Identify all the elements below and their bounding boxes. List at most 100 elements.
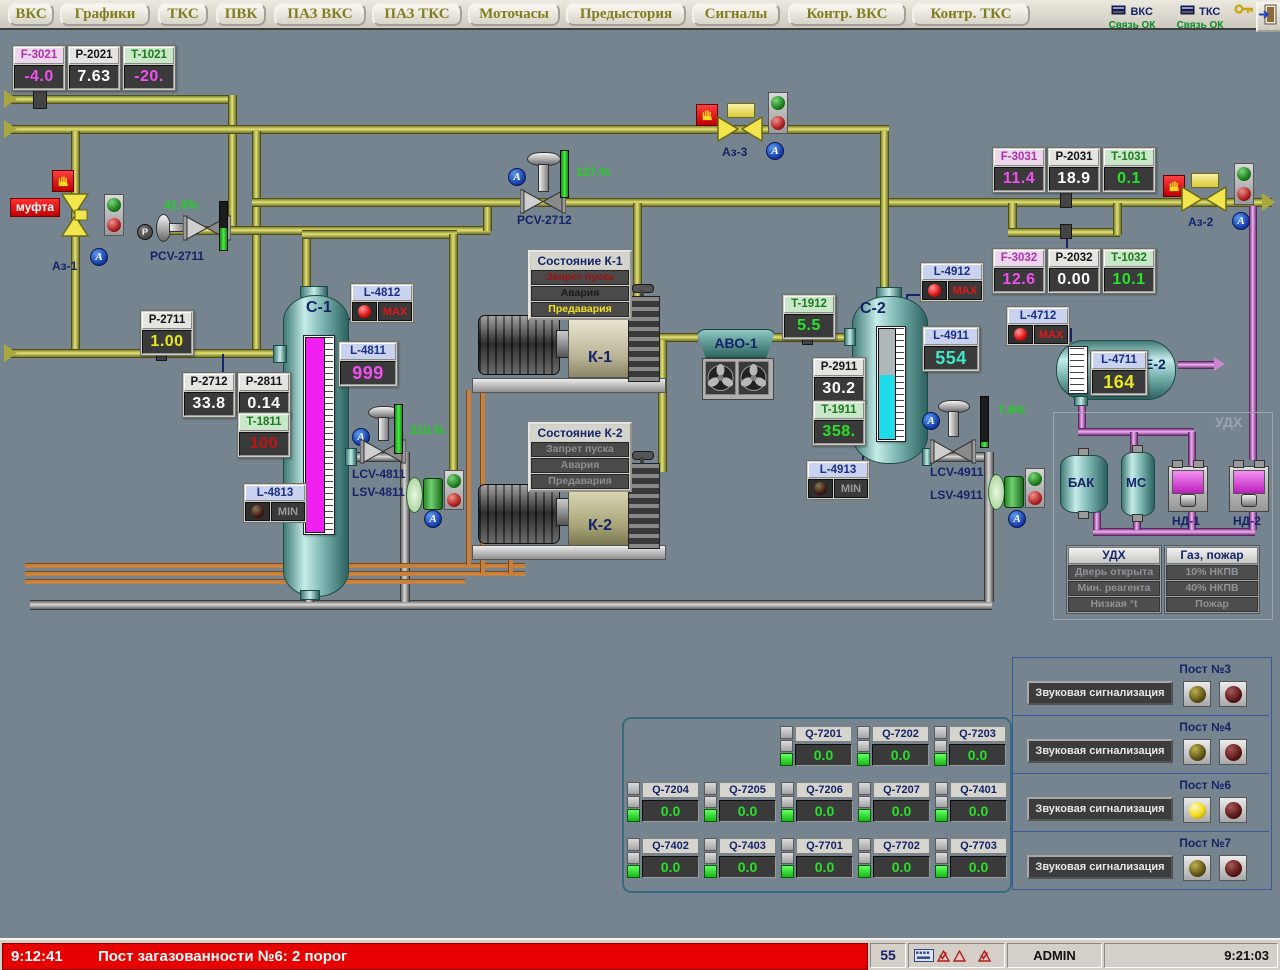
lsv4911-lamps: [1025, 468, 1045, 508]
pipe-loop-right: [1113, 203, 1122, 235]
alarm-time: 9:12:41: [11, 944, 63, 969]
ack-alarm-icon[interactable]: [937, 950, 950, 962]
threshold-indicator: [857, 726, 870, 739]
auto-mode-badge[interactable]: А: [90, 248, 108, 266]
az3-valve[interactable]: [716, 115, 764, 143]
gauge-label: P-2811: [239, 374, 289, 391]
post-3-section: Пост №3 Звуковая сигнализация: [1013, 658, 1269, 716]
gas-detector: Q-72020.0: [857, 726, 929, 766]
menu-button-motohours[interactable]: Моточасы: [468, 3, 560, 26]
k2-gate: [628, 463, 660, 549]
lcv4911-stem: [948, 411, 959, 437]
detector-tag: Q-7403: [719, 838, 776, 854]
pcv2712-percent: 127.%: [576, 166, 610, 179]
gauge-value: 30.2: [814, 377, 864, 401]
menu-button-paz-vks[interactable]: ПАЗ ВКС: [274, 3, 366, 26]
gauge-f3032: F-303212.6: [992, 248, 1046, 294]
menu-button-tks[interactable]: ТКС: [158, 3, 208, 26]
detector-tag: Q-7206: [796, 782, 853, 798]
threshold-indicator: [934, 740, 947, 753]
k1-body[interactable]: К-1: [568, 312, 632, 378]
detector-value: 0.0: [642, 800, 699, 822]
lcv4911-percent: 7.8%: [998, 404, 1025, 417]
menu-button-kontr-vks[interactable]: Контр. ВКС: [788, 3, 906, 26]
gauge-p2911: P-291130.2: [812, 357, 866, 403]
pipe-oil-3: [25, 579, 465, 584]
post-lamp-frame: [1219, 681, 1247, 707]
threshold-indicator: [704, 852, 717, 865]
menu-button-graphs[interactable]: Графики: [60, 3, 150, 26]
red-lamp-off: [1225, 744, 1242, 761]
threshold-indicator: [704, 782, 717, 795]
avo1-header[interactable]: АВО-1: [696, 329, 776, 358]
table-header: УДХ: [1068, 547, 1160, 564]
lcv4811-percent: 210.%: [410, 424, 444, 437]
threshold-indicator: [858, 852, 871, 865]
sound-alarm-button[interactable]: Звуковая сигнализация: [1027, 797, 1173, 821]
alarm-icon[interactable]: [953, 950, 966, 962]
auto-mode-badge[interactable]: А: [1232, 212, 1250, 230]
yellow-lamp-off: [1189, 686, 1206, 703]
c1-level-scale: [325, 337, 333, 533]
auto-mode-badge[interactable]: А: [766, 142, 784, 160]
gauge-label: L-4811: [340, 343, 396, 360]
gauge-t1811: T-1811100: [237, 412, 291, 458]
sound-alarm-button[interactable]: Звуковая сигнализация: [1027, 855, 1173, 879]
auto-mode-badge[interactable]: А: [922, 412, 940, 430]
post-lamp-frame: [1183, 855, 1211, 881]
pump-nd2[interactable]: [1229, 466, 1269, 512]
manual-hand-icon[interactable]: [696, 104, 718, 126]
alarm-lamp: [352, 302, 377, 321]
sound-alarm-button[interactable]: Звуковая сигнализация: [1027, 739, 1173, 763]
gauge-value: 18.9: [1049, 167, 1099, 191]
threshold-indicator: [781, 796, 794, 809]
gauge-label: L-4911: [924, 328, 978, 345]
alarm-state: MAX: [378, 302, 412, 321]
gauge-label: T-1911: [814, 402, 864, 419]
menu-button-signals[interactable]: Сигналы: [692, 3, 780, 26]
menu-button-kontr-tks[interactable]: Контр. ТКС: [912, 3, 1030, 26]
ok-indicator: [780, 753, 793, 766]
gauge-l4811: L-4811999: [338, 341, 398, 387]
ack-alarm-icon[interactable]: [978, 950, 991, 962]
table-row: Низкая °t: [1068, 597, 1160, 612]
lsv4811-valve[interactable]: [423, 478, 443, 510]
post-label: Пост №4: [1179, 721, 1231, 734]
lsv4911-valve[interactable]: [1004, 476, 1024, 508]
ms-label: МС: [1126, 475, 1146, 490]
c1-level-gauge: [303, 335, 335, 535]
menu-button-vks[interactable]: ВКС: [8, 3, 54, 26]
gauge-label: T-1032: [1104, 250, 1154, 267]
ms-cap-top: [1132, 445, 1143, 453]
detector-tag: Q-7702: [873, 838, 930, 854]
gas-detector: Q-72050.0: [704, 782, 776, 822]
lcv4911-valve[interactable]: [930, 438, 976, 465]
keyboard-icon[interactable]: [914, 949, 934, 962]
post-6-section: Пост №6 Звуковая сигнализация: [1013, 774, 1269, 832]
table-row: Дверь открыта: [1068, 565, 1160, 580]
auto-mode-badge[interactable]: А: [1008, 510, 1026, 528]
threshold-indicator: [858, 782, 871, 795]
c2-nozzle-left: [844, 328, 856, 346]
exit-button[interactable]: [1256, 2, 1280, 32]
auto-mode-badge[interactable]: А: [424, 510, 442, 528]
green-lamp: [107, 198, 121, 212]
lsv4811-lamps: [444, 470, 464, 510]
alarm-message-bar[interactable]: 9:12:41 Пост загазованности №6: 2 порог: [2, 943, 868, 970]
pump-nd1[interactable]: [1168, 466, 1208, 512]
nd-cap: [1193, 460, 1204, 468]
fan-icon: [738, 361, 769, 395]
red-lamp: [1014, 328, 1027, 341]
menu-button-paz-tks[interactable]: ПАЗ ТКС: [372, 3, 462, 26]
az1-valve[interactable]: [60, 192, 90, 238]
fan-icon: [705, 361, 736, 395]
alarm-state: MAX: [948, 281, 982, 300]
nd-cap: [1172, 460, 1183, 468]
threshold-indicator: [780, 740, 793, 753]
auto-mode-badge[interactable]: А: [508, 168, 526, 186]
menu-button-history[interactable]: Предыстория: [566, 3, 686, 26]
manual-hand-icon[interactable]: [52, 170, 74, 192]
az2-valve[interactable]: [1180, 185, 1228, 213]
sound-alarm-button[interactable]: Звуковая сигнализация: [1027, 681, 1173, 705]
menu-button-pvk[interactable]: ПВК: [216, 3, 266, 26]
